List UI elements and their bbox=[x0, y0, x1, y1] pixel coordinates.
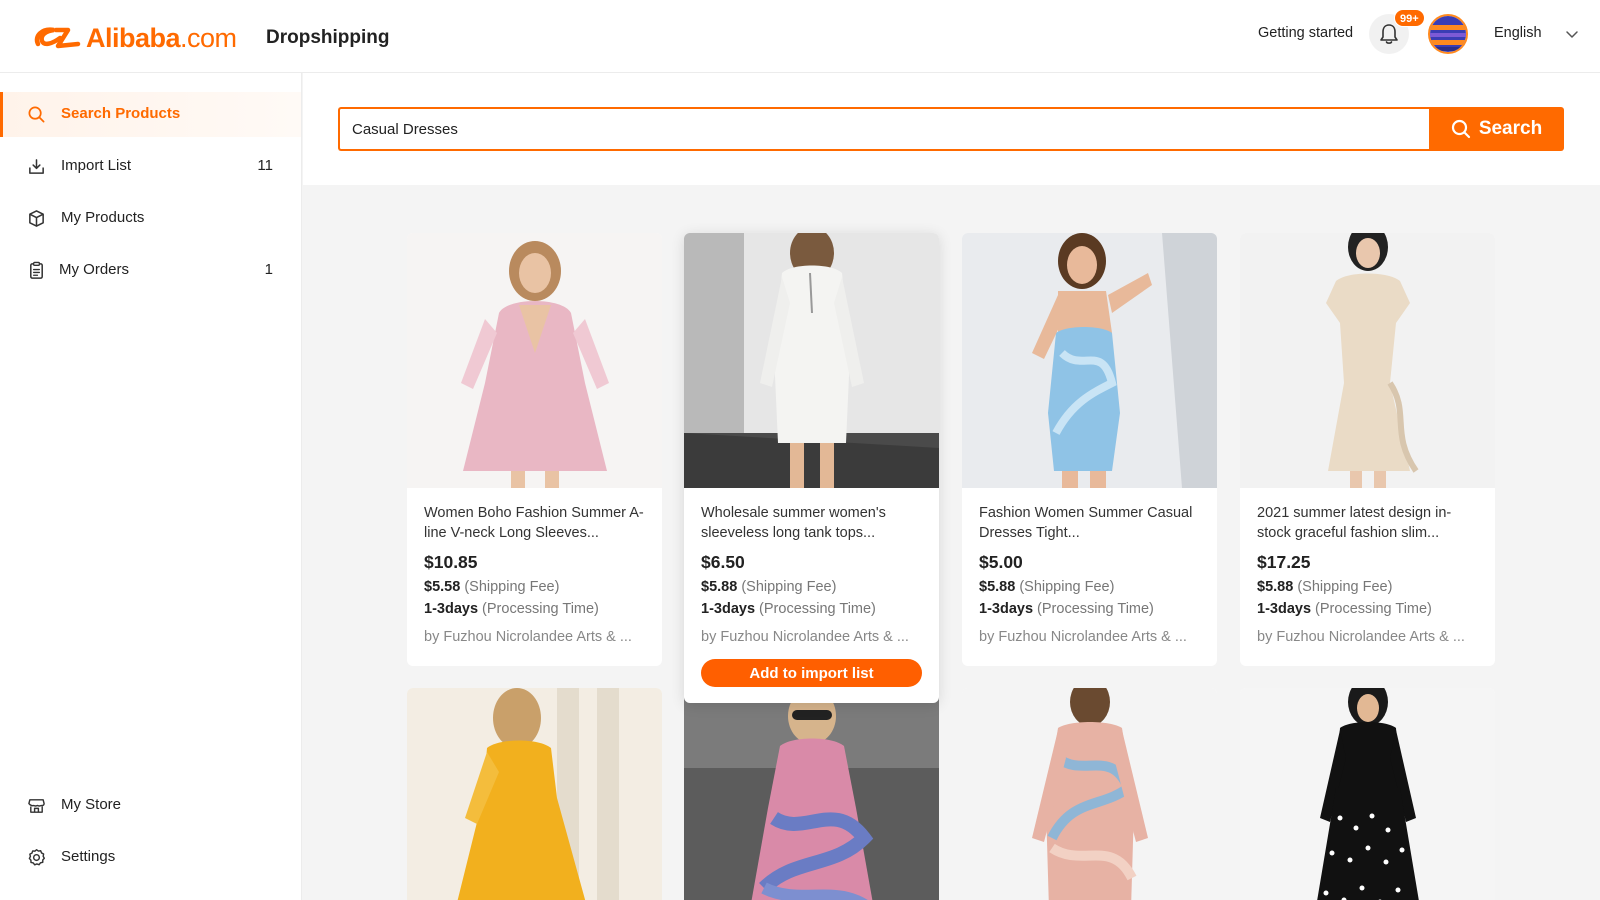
supplier-name[interactable]: by Fuzhou Nicrolandee Arts & ... bbox=[979, 629, 1200, 645]
sidebar-item-my-products[interactable]: My Products bbox=[0, 196, 301, 241]
sidebar-item-settings[interactable]: Settings bbox=[0, 835, 301, 880]
app-title: Dropshipping bbox=[266, 27, 390, 48]
sidebar-item-my-store[interactable]: My Store bbox=[0, 783, 301, 828]
product-card[interactable]: Fashion Women Summer Casual Dresses Tigh… bbox=[962, 233, 1217, 666]
chevron-down-icon[interactable] bbox=[1565, 27, 1579, 41]
product-price: $5.00 bbox=[979, 552, 1023, 572]
processing-time: 1-3days (Processing Time) bbox=[1257, 601, 1432, 617]
bell-icon bbox=[1380, 24, 1398, 44]
import-icon bbox=[29, 159, 44, 174]
supplier-name[interactable]: by Fuzhou Nicrolandee Arts & ... bbox=[1257, 629, 1478, 645]
shipping-fee: $5.88 (Shipping Fee) bbox=[701, 579, 837, 595]
clipboard-icon bbox=[30, 261, 43, 279]
sidebar-item-label: Search Products bbox=[61, 105, 181, 122]
sidebar-item-my-orders[interactable]: My Orders 1 bbox=[0, 248, 301, 293]
processing-time: 1-3days (Processing Time) bbox=[979, 601, 1154, 617]
sidebar-item-import-list[interactable]: Import List 11 bbox=[0, 144, 301, 189]
product-image[interactable] bbox=[962, 233, 1217, 488]
store-icon bbox=[28, 799, 45, 813]
supplier-name[interactable]: by Fuzhou Nicrolandee Arts & ... bbox=[701, 629, 922, 645]
product-image[interactable] bbox=[962, 688, 1217, 900]
product-card[interactable]: Wholesale summer women's sleeveless long… bbox=[684, 233, 939, 703]
product-image[interactable] bbox=[1240, 233, 1495, 488]
search-input[interactable] bbox=[338, 107, 1430, 151]
user-avatar[interactable] bbox=[1428, 14, 1468, 54]
search-icon bbox=[1451, 119, 1470, 139]
alibaba-logo[interactable]: Alibaba.com bbox=[32, 20, 237, 56]
product-image[interactable] bbox=[1240, 688, 1495, 900]
import-list-count: 11 bbox=[257, 157, 273, 174]
avatar-image bbox=[1430, 16, 1466, 52]
sidebar-item-label: Settings bbox=[61, 848, 116, 865]
shipping-fee: $5.88 (Shipping Fee) bbox=[1257, 579, 1393, 595]
product-image[interactable] bbox=[684, 688, 939, 900]
processing-time: 1-3days (Processing Time) bbox=[701, 601, 876, 617]
product-image[interactable] bbox=[407, 233, 662, 488]
notification-count-badge: 99+ bbox=[1394, 9, 1425, 27]
supplier-name[interactable]: by Fuzhou Nicrolandee Arts & ... bbox=[424, 629, 645, 645]
shipping-fee: $5.58 (Shipping Fee) bbox=[424, 579, 560, 595]
sidebar-item-label: My Store bbox=[61, 796, 122, 813]
product-card[interactable] bbox=[1240, 688, 1495, 900]
sidebar-item-label: Import List bbox=[61, 157, 132, 174]
sidebar: Search Products Import List 11 My Produc… bbox=[0, 73, 302, 900]
product-title[interactable]: Fashion Women Summer Casual Dresses Tigh… bbox=[979, 503, 1200, 543]
sidebar-item-label: My Orders bbox=[59, 261, 130, 278]
search-button[interactable]: Search bbox=[1429, 107, 1564, 151]
search-button-label: Search bbox=[1478, 118, 1543, 139]
my-orders-count: 1 bbox=[264, 261, 273, 278]
processing-time: 1-3days (Processing Time) bbox=[424, 601, 599, 617]
product-card[interactable]: Women Boho Fashion Summer A-line V-neck … bbox=[407, 233, 662, 666]
shipping-fee: $5.88 (Shipping Fee) bbox=[979, 579, 1115, 595]
alibaba-logo-mark-icon bbox=[34, 27, 81, 49]
add-to-import-list-button[interactable]: Add to import list bbox=[701, 659, 922, 687]
product-image[interactable] bbox=[684, 233, 939, 488]
getting-started-link[interactable]: Getting started bbox=[1258, 25, 1353, 41]
brand-name: Alibaba.com bbox=[86, 22, 237, 53]
box-icon bbox=[29, 210, 44, 227]
sidebar-item-search-products[interactable]: Search Products bbox=[0, 92, 301, 137]
product-title[interactable]: 2021 summer latest design in-stock grace… bbox=[1257, 503, 1478, 543]
product-card[interactable] bbox=[684, 688, 939, 900]
product-card[interactable]: 2021 summer latest design in-stock grace… bbox=[1240, 233, 1495, 666]
product-price: $6.50 bbox=[701, 552, 745, 572]
sidebar-item-label: My Products bbox=[61, 209, 145, 226]
product-card[interactable] bbox=[962, 688, 1217, 900]
product-title[interactable]: Wholesale summer women's sleeveless long… bbox=[701, 503, 922, 543]
product-price: $17.25 bbox=[1257, 552, 1311, 572]
language-selector[interactable]: English bbox=[1494, 25, 1542, 41]
search-icon bbox=[28, 106, 45, 123]
product-price: $10.85 bbox=[424, 552, 478, 572]
product-title[interactable]: Women Boho Fashion Summer A-line V-neck … bbox=[424, 503, 645, 543]
gear-icon bbox=[28, 848, 46, 866]
product-card[interactable] bbox=[407, 688, 662, 900]
top-header: Alibaba.com Dropshipping Getting started… bbox=[0, 0, 1600, 73]
product-image[interactable] bbox=[407, 688, 662, 900]
